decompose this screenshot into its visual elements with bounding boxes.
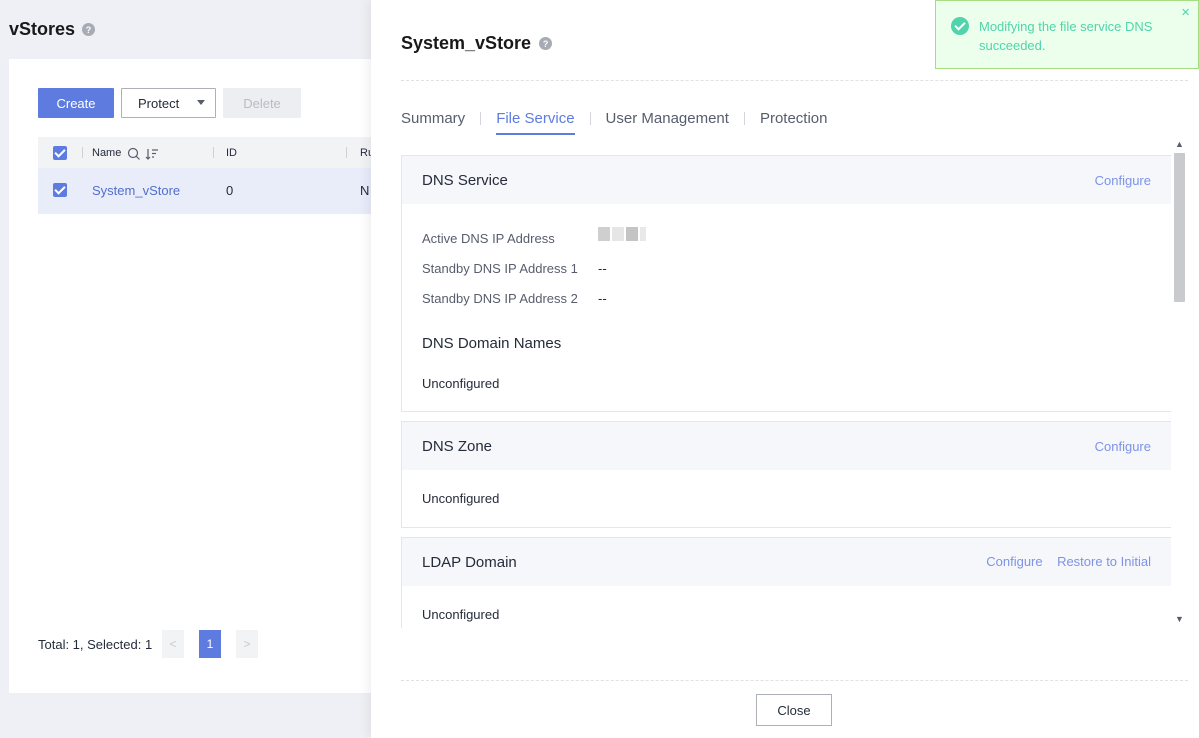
column-divider xyxy=(213,147,214,158)
content-scrollbar[interactable]: ▲ ▼ xyxy=(1171,137,1188,628)
vstore-list-card: Create Protect Delete Name ID Ru System_… xyxy=(9,59,389,693)
page-1-button[interactable]: 1 xyxy=(199,630,221,658)
select-all-checkbox[interactable] xyxy=(53,146,67,160)
page-title-text: vStores xyxy=(9,19,76,39)
column-header-name: Name xyxy=(92,147,122,159)
ldap-domain-header: LDAP Domain Configure Restore to Initial xyxy=(402,538,1171,586)
pagination: Total: 1, Selected: 1 < 1 > xyxy=(38,630,258,658)
check-circle-icon xyxy=(951,17,969,35)
pagination-summary: Total: 1, Selected: 1 xyxy=(38,637,153,652)
tab-user-management[interactable]: User Management xyxy=(606,110,729,127)
panel-title-text: System_vStore xyxy=(401,33,532,53)
protect-dropdown[interactable]: Protect xyxy=(121,88,216,118)
vstore-running-status: N xyxy=(360,183,370,198)
ldap-restore-link[interactable]: Restore to Initial xyxy=(1057,554,1151,569)
dns-zone-title: DNS Zone xyxy=(422,437,493,455)
ldap-domain-actions: Configure Restore to Initial xyxy=(976,553,1151,571)
search-icon[interactable] xyxy=(127,147,141,161)
dns-zone-header: DNS Zone Configure xyxy=(402,422,1171,470)
active-dns-label: Active DNS IP Address xyxy=(422,231,555,246)
dns-service-title: DNS Service xyxy=(422,171,508,189)
dns-service-configure-link[interactable]: Configure xyxy=(1095,173,1151,188)
help-icon[interactable]: ? xyxy=(82,23,96,36)
protect-label: Protect xyxy=(138,95,180,111)
panel-title: System_vStore ? xyxy=(401,33,553,54)
dns-domain-names-value: Unconfigured xyxy=(422,376,500,391)
column-header-id: ID xyxy=(226,147,237,159)
tab-summary[interactable]: Summary xyxy=(401,110,465,127)
ldap-domain-section: LDAP Domain Configure Restore to Initial… xyxy=(401,537,1171,628)
active-dns-row: Active DNS IP Address xyxy=(422,227,646,246)
dns-service-header: DNS Service Configure xyxy=(402,156,1171,204)
standby-dns-2-value: -- xyxy=(598,291,607,306)
table-header: Name ID Ru xyxy=(38,137,389,168)
divider xyxy=(401,80,1188,81)
ldap-domain-title: LDAP Domain xyxy=(422,553,517,571)
file-service-content: DNS Service Configure Active DNS IP Addr… xyxy=(401,145,1171,628)
vstore-detail-panel: System_vStore ? Summary File Service Use… xyxy=(371,0,1199,738)
dns-zone-value: Unconfigured xyxy=(422,491,500,506)
delete-button[interactable]: Delete xyxy=(223,88,301,118)
scroll-down-icon[interactable]: ▼ xyxy=(1174,614,1185,625)
standby-dns-1-label: Standby DNS IP Address 1 xyxy=(422,261,578,276)
prev-page-button[interactable]: < xyxy=(162,630,184,658)
close-button[interactable]: Close xyxy=(756,694,832,726)
dns-zone-configure-link[interactable]: Configure xyxy=(1095,439,1151,454)
sort-icon[interactable] xyxy=(145,147,159,161)
next-page-button[interactable]: > xyxy=(236,630,258,658)
active-dns-value-redacted xyxy=(598,227,646,241)
page-title: vStores ? xyxy=(9,19,96,40)
dns-domain-names-title: DNS Domain Names xyxy=(422,335,562,352)
caret-down-icon xyxy=(197,100,205,105)
tab-divider xyxy=(743,112,745,125)
create-button[interactable]: Create xyxy=(38,88,114,118)
tab-file-service[interactable]: File Service xyxy=(496,110,575,135)
standby-dns-1-value: -- xyxy=(598,261,607,276)
standby-dns-2-row: Standby DNS IP Address 2 -- xyxy=(422,291,607,306)
scroll-up-icon[interactable]: ▲ xyxy=(1174,139,1185,150)
help-icon[interactable]: ? xyxy=(539,37,553,50)
tab-protection[interactable]: Protection xyxy=(760,110,828,127)
divider xyxy=(401,680,1188,681)
standby-dns-1-row: Standby DNS IP Address 1 -- xyxy=(422,261,607,276)
tab-divider xyxy=(480,112,482,125)
ldap-configure-link[interactable]: Configure xyxy=(986,554,1042,569)
dns-service-section: DNS Service Configure Active DNS IP Addr… xyxy=(401,155,1171,412)
standby-dns-2-label: Standby DNS IP Address 2 xyxy=(422,291,578,306)
toast-message: Modifying the file service DNS succeeded… xyxy=(979,19,1153,53)
column-divider xyxy=(346,147,347,158)
table-row[interactable]: System_vStore 0 N xyxy=(38,168,389,214)
row-checkbox[interactable] xyxy=(53,183,67,197)
dns-zone-section: DNS Zone Configure Unconfigured xyxy=(401,421,1171,528)
success-toast: Modifying the file service DNS succeeded… xyxy=(935,0,1199,69)
ldap-domain-value: Unconfigured xyxy=(422,607,500,622)
column-divider xyxy=(82,147,83,158)
vstore-name-link[interactable]: System_vStore xyxy=(92,183,180,198)
vstore-id: 0 xyxy=(226,183,234,198)
close-icon[interactable]: × xyxy=(1181,4,1190,21)
tab-bar: Summary File Service User Management Pro… xyxy=(401,110,828,135)
scrollbar-thumb[interactable] xyxy=(1174,153,1185,302)
tab-divider xyxy=(589,112,591,125)
